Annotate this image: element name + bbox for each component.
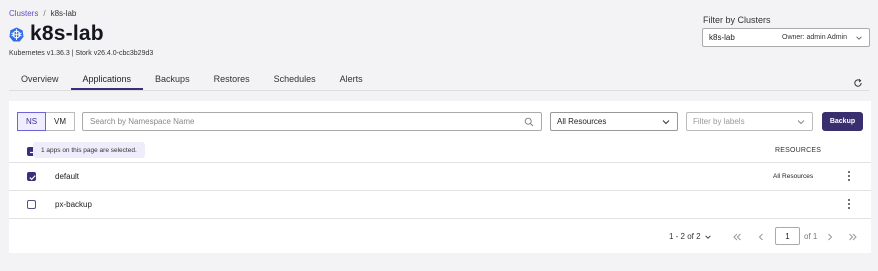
first-page-icon[interactable] <box>731 231 743 243</box>
last-page-icon[interactable] <box>847 231 859 243</box>
tab-restores[interactable]: Restores <box>202 70 262 90</box>
table-header: 1 apps on this page are selected. RESOUR… <box>9 140 871 162</box>
namespace-search-input[interactable] <box>90 117 524 126</box>
more-options-icon[interactable] <box>845 169 853 183</box>
tab-applications[interactable]: Applications <box>70 70 144 90</box>
row-namespace-name: default <box>55 172 80 181</box>
breadcrumb-current: k8s-lab <box>50 9 77 18</box>
cluster-filter-label: Filter by Clusters <box>703 15 771 25</box>
title-row: k8s-lab <box>9 22 104 46</box>
row-namespace-name: px-backup <box>55 200 92 209</box>
labels-filter-select[interactable]: Filter by labels <box>686 112 813 131</box>
chevron-down-icon <box>797 119 805 124</box>
chevron-down-icon <box>856 36 862 40</box>
row-checkbox[interactable] <box>27 172 36 181</box>
cluster-version-info: Kubernetes v1.36.3 | Stork v26.4.0-cbc3b… <box>9 50 154 57</box>
breadcrumb-separator: / <box>43 9 46 18</box>
labels-filter-placeholder: Filter by labels <box>693 117 745 126</box>
pagination: 1 - 2 of 2 1 of 1 <box>9 227 871 247</box>
tab-alerts[interactable]: Alerts <box>328 70 375 90</box>
page-number-input[interactable]: 1 <box>775 227 800 245</box>
chevron-down-icon <box>662 119 670 124</box>
page-title: k8s-lab <box>30 22 104 45</box>
tabs-divider <box>9 90 869 91</box>
refresh-icon[interactable] <box>853 78 863 88</box>
search-icon <box>524 117 534 126</box>
cluster-owner-text: Owner: admin Admin <box>782 34 847 41</box>
row-resources: All Resources <box>773 173 814 180</box>
table-row[interactable]: default All Resources <box>9 162 871 190</box>
breadcrumb: Clusters / k8s-lab <box>9 9 76 18</box>
row-divider <box>9 218 871 219</box>
namespace-search <box>82 112 542 131</box>
page-range-text: 1 - 2 of 2 <box>669 232 701 241</box>
page-count-text: of 1 <box>804 232 818 241</box>
previous-page-icon[interactable] <box>755 231 767 243</box>
selection-banner: 1 apps on this page are selected. <box>33 142 145 158</box>
cluster-filter-select[interactable]: k8s-lab Owner: admin Admin <box>702 28 870 47</box>
more-options-icon[interactable] <box>845 197 853 211</box>
applications-panel: NS VM All Resources Filter by labels Bac… <box>9 101 871 253</box>
tab-bar: Overview Applications Backups Restores S… <box>9 70 375 90</box>
row-checkbox[interactable] <box>27 200 36 209</box>
ns-vm-toggle: NS VM <box>17 112 75 131</box>
ns-toggle-button[interactable]: NS <box>17 112 46 131</box>
table-row[interactable]: px-backup <box>9 190 871 218</box>
kubernetes-logo-icon <box>9 26 24 42</box>
page-range-select[interactable]: 1 - 2 of 2 <box>669 232 712 241</box>
tab-overview[interactable]: Overview <box>9 70 71 90</box>
column-header-resources: RESOURCES <box>775 147 822 154</box>
tab-schedules[interactable]: Schedules <box>262 70 328 90</box>
next-page-icon[interactable] <box>824 231 836 243</box>
cluster-filter-value: k8s-lab <box>709 33 735 42</box>
checkmark-icon <box>29 175 36 181</box>
resources-select[interactable]: All Resources <box>550 112 678 131</box>
vm-toggle-button[interactable]: VM <box>46 112 75 131</box>
backup-button[interactable]: Backup <box>822 112 863 131</box>
breadcrumb-clusters-link[interactable]: Clusters <box>9 9 38 18</box>
resources-select-value: All Resources <box>557 117 607 126</box>
tab-backups[interactable]: Backups <box>143 70 202 90</box>
chevron-down-icon <box>704 234 711 239</box>
